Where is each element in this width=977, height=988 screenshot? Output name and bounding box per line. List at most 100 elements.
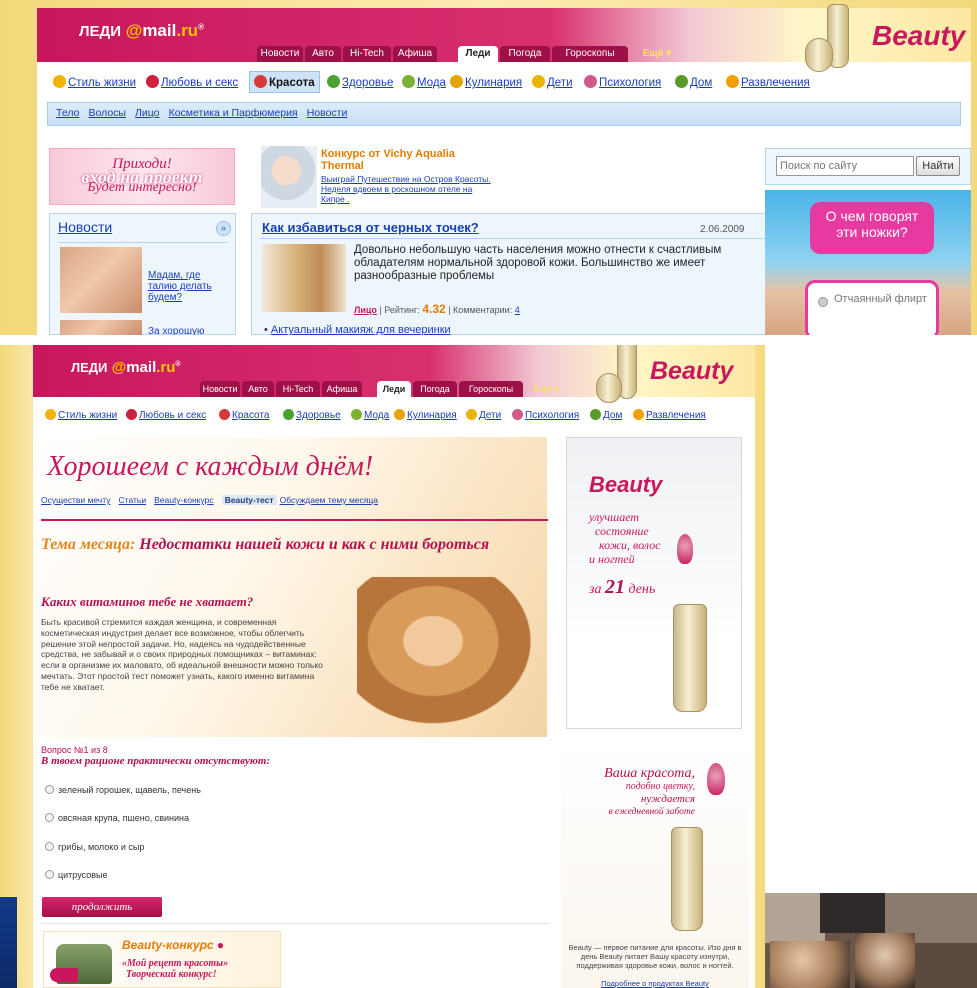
tab-horoscope[interactable]: Гороскопы	[552, 46, 628, 62]
contest-title[interactable]: Конкурс от Vichy Aqualia Thermal	[321, 148, 491, 172]
article-tag[interactable]: Лицо	[354, 305, 377, 315]
header-bar: ЛЕДИ @mail.ru® Новости Авто Hi-Tech Афиш…	[37, 4, 971, 72]
promo-line3: Будет интересно!	[87, 180, 197, 195]
tab-afisha[interactable]: Афиша	[322, 381, 362, 397]
cat-beauty[interactable]: Красота	[219, 409, 269, 421]
subnav-body[interactable]: Тело	[56, 107, 79, 119]
news-link-2[interactable]: За хорошую	[148, 326, 204, 335]
trophy-icon	[726, 75, 739, 88]
bullet-item: • Актуальный макияж для вечеринки	[264, 324, 451, 335]
link-articles[interactable]: Статьи	[119, 495, 147, 505]
tab-auto[interactable]: Авто	[242, 381, 274, 397]
cat-beauty[interactable]: Красота	[249, 71, 320, 93]
tab-ladies[interactable]: Леди	[377, 381, 411, 397]
radio-4[interactable]	[45, 870, 54, 879]
radio-1[interactable]	[45, 785, 54, 794]
side-more-link[interactable]: Подробнее о продуктах Beauty	[565, 979, 745, 988]
cat-kids[interactable]: Дети	[466, 409, 501, 421]
subnav-hair[interactable]: Волосы	[88, 107, 126, 119]
subnav-cosmetics[interactable]: Косметика и Парфюмерия	[169, 107, 298, 119]
beauty-side-ad-2[interactable]: Ваша красота, подобно цветку, нуждается …	[561, 743, 749, 988]
tab-weather[interactable]: Погода	[500, 46, 550, 62]
article-comments[interactable]: 4	[515, 305, 520, 315]
tab-ladies[interactable]: Леди	[458, 46, 498, 62]
poll-box: Отчаянный флирт	[805, 280, 939, 335]
link-contest[interactable]: Beauty-конкурс	[154, 495, 213, 505]
cat-cooking[interactable]: Кулинария	[450, 75, 522, 89]
answer-option-4[interactable]: цитрусовые	[45, 870, 107, 880]
cat-fashion[interactable]: Мода	[351, 409, 389, 421]
contest-link[interactable]: Выиграй Путешествие на Остров Красоты. Н…	[321, 174, 491, 204]
cat-home[interactable]: Дом	[675, 75, 712, 89]
link-test-current[interactable]: Beauty-тест	[221, 495, 277, 505]
continue-button[interactable]: продолжить	[42, 897, 162, 917]
legs-ad[interactable]: О чем говорят эти ножки? Отчаянный флирт	[765, 190, 971, 335]
cat-fashion[interactable]: Мода	[402, 75, 446, 89]
news-thumb-waist[interactable]	[60, 247, 142, 313]
search-input[interactable]	[776, 156, 914, 176]
tab-hitech[interactable]: Hi-Tech	[276, 381, 320, 397]
contest-text: «Мой рецепт красоты» Творческий конкурс!	[122, 958, 229, 980]
beauty-logo: Beauty	[650, 357, 734, 385]
cat-health[interactable]: Здоровье	[327, 75, 393, 89]
contest-banner[interactable]: Beauty-конкурс ● «Мой рецепт красоты» Тв…	[43, 931, 281, 988]
cat-love[interactable]: Любовь и секс	[126, 409, 206, 421]
tab-afisha[interactable]: Афиша	[393, 46, 437, 62]
article-rating: 4.32	[422, 302, 446, 316]
tab-news[interactable]: Новости	[257, 46, 303, 62]
tab-horoscope[interactable]: Гороскопы	[459, 381, 523, 397]
month-topic: Тема месяца: Недостатки нашей кожи и как…	[41, 536, 490, 553]
product-jar-image	[596, 373, 622, 403]
contest-face-image[interactable]	[261, 146, 317, 208]
site-logo[interactable]: ЛЕДИ @mail.ru®	[79, 21, 204, 41]
cat-home[interactable]: Дом	[590, 409, 622, 421]
answer-option-2[interactable]: овсяная крупа, пшено, свинина	[45, 813, 189, 823]
poll-radio[interactable]	[818, 297, 828, 307]
answer-option-3[interactable]: грибы, молоко и сыр	[45, 842, 144, 852]
article-thumb[interactable]	[262, 244, 346, 312]
link-discuss[interactable]: Обсуждаем тему месяца	[280, 495, 378, 505]
link-dream[interactable]: Осуществи мечту	[41, 495, 110, 505]
side-ad-brand: Beauty	[589, 472, 663, 497]
divider	[41, 923, 548, 924]
news-thumb-2[interactable]	[60, 320, 142, 335]
answer-option-1[interactable]: зеленый горошек, щавель, печень	[45, 785, 201, 795]
contest-brand: Beauty-конкурс ●	[122, 938, 225, 952]
cat-kids[interactable]: Дети	[532, 75, 573, 89]
subnav-face[interactable]: Лицо	[135, 107, 160, 119]
side-ad-text: улучшает состояние кожи, волос и ногтей	[589, 510, 661, 566]
news-box-title[interactable]: Новости	[58, 219, 112, 235]
news-more-icon[interactable]: »	[216, 221, 231, 236]
cat-health[interactable]: Здоровье	[283, 409, 341, 421]
cat-lifestyle[interactable]: Стиль жизни	[45, 409, 117, 421]
dress-icon	[402, 75, 415, 88]
cat-love[interactable]: Любовь и секс	[146, 75, 238, 89]
radio-2[interactable]	[45, 813, 54, 822]
cat-entertainment[interactable]: Развлечения	[726, 75, 810, 89]
subnav-news[interactable]: Новости	[307, 107, 348, 119]
search-button[interactable]: Найти	[916, 156, 960, 176]
cat-cooking[interactable]: Кулинария	[394, 409, 457, 421]
cat-psychology[interactable]: Психология	[512, 409, 579, 421]
tab-auto[interactable]: Авто	[305, 46, 341, 62]
hero-title: Хорошеем с каждым днём!	[47, 451, 374, 482]
cat-psychology[interactable]: Психология	[584, 75, 661, 89]
site-logo[interactable]: ЛЕДИ @mail.ru®	[71, 359, 181, 376]
promo-banner[interactable]: Приходи! вход на проект Будет интересно!	[49, 148, 235, 205]
beauty-side-ad[interactable]: Beauty улучшает состояние кожи, волос и …	[566, 437, 742, 729]
tab-news[interactable]: Новости	[200, 381, 240, 397]
side-ad2-text: Ваша красота, подобно цветку, нуждается …	[604, 766, 695, 818]
news-link-1[interactable]: Мадам, где талию делать будем?	[148, 270, 228, 303]
tab-more[interactable]: Ещё ▾	[529, 381, 563, 397]
side-ad-days: за 21 день	[589, 576, 656, 598]
tab-more[interactable]: Ещё ▾	[637, 46, 677, 62]
cooking-icon	[394, 409, 405, 420]
cat-lifestyle[interactable]: Стиль жизни	[53, 75, 136, 89]
article-title[interactable]: Как избавиться от черных точек?	[262, 220, 479, 235]
photo-collage-image	[765, 893, 977, 988]
bullet-link[interactable]: Актуальный макияж для вечеринки	[271, 324, 451, 335]
tab-weather[interactable]: Погода	[413, 381, 457, 397]
radio-3[interactable]	[45, 842, 54, 851]
tab-hitech[interactable]: Hi-Tech	[343, 46, 391, 62]
cat-entertainment[interactable]: Развлечения	[633, 409, 706, 421]
